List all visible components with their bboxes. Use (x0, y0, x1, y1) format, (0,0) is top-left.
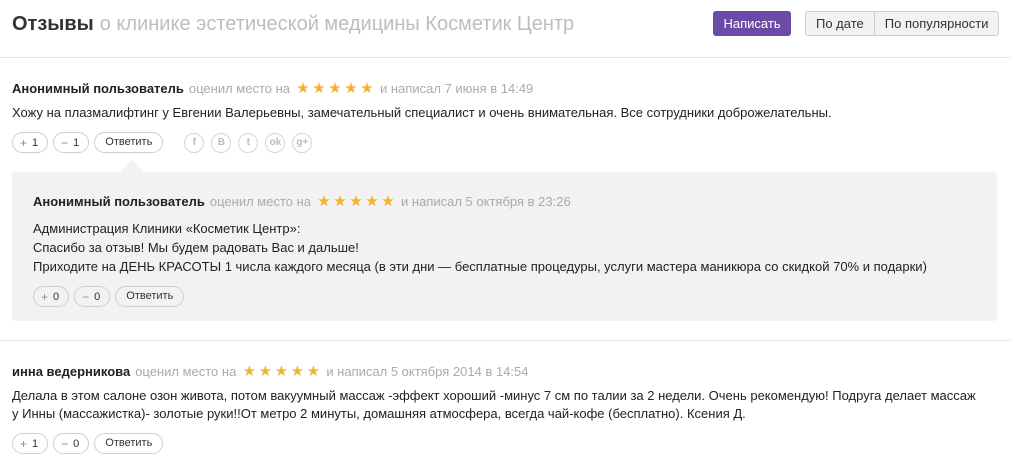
answer-text: Администрация Клиники «Косметик Центр»: С… (33, 219, 927, 276)
rated-label: оценил место на (188, 81, 291, 96)
rated-label: оценил место на (209, 194, 312, 209)
star-icon: ★ (242, 363, 257, 380)
dislike-button[interactable]: −0 (53, 433, 90, 454)
review-item: инна ведерникова оценил место на ★ ★ ★ ★ ★ и… (12, 364, 976, 454)
minus-sign: − (61, 135, 69, 150)
star-icon: ★ (317, 193, 331, 210)
dislike-count: 0 (73, 437, 80, 450)
star-icon: ★ (290, 363, 305, 380)
dislike-button[interactable]: −0 (74, 286, 111, 307)
reply-button[interactable]: Ответить (115, 286, 185, 307)
like-count: 1 (32, 437, 39, 450)
sort-by-date-button[interactable]: По дате (806, 12, 874, 35)
odnoklassniki-icon[interactable]: ok (265, 132, 286, 153)
twitter-icon[interactable]: t (238, 132, 259, 153)
text-line: Делала в этом салоне озон живота, потом … (12, 388, 976, 403)
review-date: и написал 5 октября 2014 в 14:54 (326, 364, 529, 379)
star-icon: ★ (296, 80, 310, 97)
answer-author[interactable]: Анонимный пользователь (33, 194, 205, 210)
dislike-count: 1 (73, 136, 80, 149)
plus-sign: + (20, 135, 28, 150)
reply-button[interactable]: Ответить (94, 433, 164, 454)
star-icon: ★ (306, 363, 321, 380)
review-divider (0, 340, 1011, 341)
reply-button[interactable]: Ответить (94, 132, 164, 153)
like-button[interactable]: +1 (12, 433, 49, 454)
text-line: Спасибо за отзыв! Мы будем радовать Вас … (33, 240, 359, 255)
review-author[interactable]: инна ведерникова (12, 364, 130, 380)
star-icon: ★ (349, 193, 363, 210)
admin-answer: Анонимный пользователь оценил место на ★… (12, 172, 997, 321)
review-meta: Анонимный пользователь оценил место на ★… (12, 81, 832, 97)
review-date: и написал 7 июня в 14:49 (380, 81, 534, 96)
dislike-count: 0 (94, 290, 101, 303)
sort-by-popularity-button[interactable]: По популярности (873, 12, 999, 35)
answer-date: и написал 5 октября в 23:26 (401, 194, 571, 209)
minus-sign: − (82, 289, 90, 304)
rating-stars: ★ ★ ★ ★ ★ (295, 81, 375, 97)
answer-actions: +0 −0 Ответить (33, 286, 927, 307)
star-icon: ★ (333, 193, 347, 210)
rating-stars: ★ ★ ★ ★ ★ (241, 364, 321, 380)
text-line: Приходите на ДЕНЬ КРАСОТЫ 1 числа каждог… (33, 259, 927, 274)
page-subtitle: о клинике эстетической медицины Косметик… (99, 13, 575, 35)
page-title-main: Отзывы (12, 13, 94, 35)
review-author[interactable]: Анонимный пользователь (12, 81, 184, 97)
star-icon: ★ (258, 363, 273, 380)
answer-pointer (120, 160, 144, 172)
vk-icon[interactable]: B (211, 132, 232, 153)
write-review-button[interactable]: Написать (713, 11, 791, 36)
star-icon: ★ (365, 193, 379, 210)
star-icon: ★ (312, 80, 326, 97)
minus-sign: − (61, 436, 69, 451)
text-line: Администрация Клиники «Косметик Центр»: (33, 221, 301, 236)
page-title: Отзывы о клинике эстетической медицины Ко… (12, 12, 574, 36)
plus-sign: + (20, 436, 28, 451)
plus-sign: + (41, 289, 49, 304)
rating-stars: ★ ★ ★ ★ ★ (316, 194, 396, 210)
like-button[interactable]: +1 (12, 132, 49, 153)
like-button[interactable]: +0 (33, 286, 70, 307)
text-line: у Инны (массажистка)- золотые руки!!От м… (12, 406, 746, 421)
review-text: Делала в этом салоне озон живота, потом … (12, 387, 976, 423)
answer-content: Анонимный пользователь оценил место на ★… (33, 194, 927, 307)
like-count: 1 (32, 136, 39, 149)
reviews-header: Отзывы о клинике эстетической медицины Ко… (0, 0, 1011, 58)
sort-toggle: По дате По популярности (805, 11, 1000, 36)
star-icon: ★ (344, 80, 358, 97)
share-buttons: f B t ok g+ (184, 132, 319, 153)
star-icon: ★ (274, 363, 289, 380)
review-text: Хожу на плазмалифтинг у Евгении Валерьев… (12, 104, 832, 122)
star-icon: ★ (360, 80, 374, 97)
review-actions: +1 −1 Ответить f B t ok g+ (12, 132, 832, 153)
review-actions: +1 −0 Ответить (12, 433, 976, 454)
review-meta: инна ведерникова оценил место на ★ ★ ★ ★ ★ и… (12, 364, 976, 380)
star-icon: ★ (328, 80, 342, 97)
googleplus-icon[interactable]: g+ (292, 132, 313, 153)
text-line: Хожу на плазмалифтинг у Евгении Валерьев… (12, 105, 832, 120)
dislike-button[interactable]: −1 (53, 132, 90, 153)
answer-meta: Анонимный пользователь оценил место на ★… (33, 194, 927, 210)
star-icon: ★ (381, 193, 395, 210)
rated-label: оценил место на (135, 364, 237, 379)
facebook-icon[interactable]: f (184, 132, 205, 153)
review-item: Анонимный пользователь оценил место на ★… (12, 81, 832, 153)
like-count: 0 (53, 290, 60, 303)
